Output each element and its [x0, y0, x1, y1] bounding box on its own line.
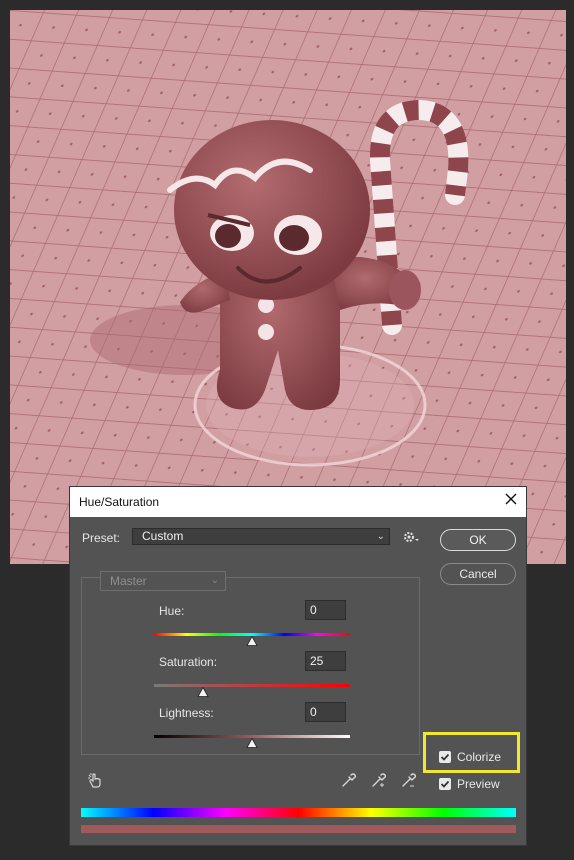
output-color-bar [81, 825, 516, 833]
lightness-input[interactable]: 0 [305, 702, 346, 722]
targeted-adjustment-hand-icon[interactable] [86, 771, 104, 789]
close-icon[interactable] [504, 492, 518, 506]
dialog-titlebar[interactable]: Hue/Saturation [70, 487, 526, 517]
saturation-slider-track[interactable] [154, 684, 350, 687]
saturation-label: Saturation: [159, 655, 218, 669]
hue-slider-thumb[interactable] [246, 636, 258, 646]
preset-value: Custom [142, 529, 184, 543]
gingerbread-photo [10, 10, 566, 564]
channel-value: Master [110, 574, 147, 588]
preset-label: Preset: [82, 531, 121, 545]
saturation-input[interactable]: 25 [305, 651, 346, 671]
checkbox-checked-icon [439, 778, 451, 790]
lightness-slider-thumb[interactable] [246, 738, 258, 748]
cancel-button[interactable]: Cancel [440, 563, 516, 585]
channel-dropdown[interactable]: Master ⌄ [100, 571, 226, 591]
hue-label: Hue: [159, 604, 185, 618]
chevron-down-icon: ⌄ [376, 531, 385, 542]
adjustment-group [81, 577, 420, 755]
eyedropper-icon[interactable] [341, 772, 357, 788]
preview-label: Preview [457, 777, 500, 791]
eyedropper-minus-icon[interactable] [401, 772, 417, 788]
hue-input[interactable]: 0 [305, 600, 346, 620]
saturation-slider-thumb[interactable] [197, 687, 209, 697]
canvas-image[interactable] [10, 10, 566, 564]
input-color-spectrum-bar [81, 808, 516, 817]
eyedropper-plus-icon[interactable] [371, 772, 387, 788]
hue-saturation-dialog: Hue/Saturation Preset: Custom ⌄ OK Cance… [69, 486, 527, 846]
ok-button[interactable]: OK [440, 529, 516, 551]
chevron-down-icon: ⌄ [210, 575, 219, 586]
colorize-label: Colorize [457, 750, 502, 764]
dialog-title: Hue/Saturation [79, 495, 160, 509]
gear-icon[interactable] [403, 530, 421, 544]
checkbox-checked-icon [439, 751, 451, 763]
lightness-label: Lightness: [159, 706, 214, 720]
preset-dropdown[interactable]: Custom ⌄ [132, 528, 390, 545]
